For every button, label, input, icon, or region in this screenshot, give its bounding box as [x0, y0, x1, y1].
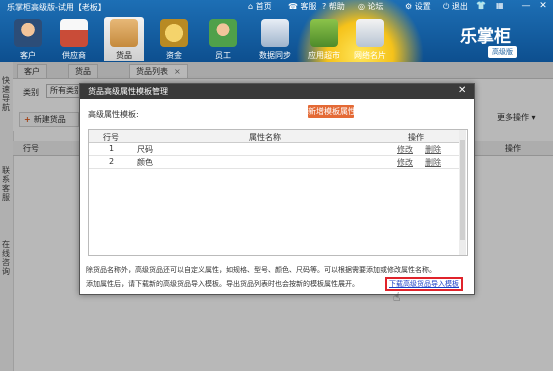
- minimize-button[interactable]: —: [520, 1, 532, 11]
- namecard-icon: [356, 19, 384, 47]
- top-bar: 乐掌柜高级版-试用【老板】 ⌂ 首页 ☎ 客服 ? 帮助 ◎ 论坛 ⚙ 设置 ⏻…: [0, 0, 553, 62]
- help-link[interactable]: ? 帮助: [322, 1, 345, 12]
- dialog-titlebar: 货品高级属性模板管理 ✕: [80, 84, 474, 99]
- grid-icon[interactable]: ▦: [496, 1, 504, 10]
- row-number: 2: [109, 157, 115, 166]
- help-note-2: 添加属性后，请下载新的高级货品导入模板。导出货品列表时也会按新的模板属性展开。: [86, 280, 359, 288]
- nav-money[interactable]: 资金: [154, 17, 194, 61]
- table-row: 1 尺码 修改 删除: [89, 143, 459, 156]
- nav-customer[interactable]: 客户: [8, 17, 48, 61]
- title-bar: 乐掌柜高级版-试用【老板】 ⌂ 首页 ☎ 客服 ? 帮助 ◎ 论坛 ⚙ 设置 ⏻…: [0, 0, 553, 14]
- brand-name: 乐掌柜: [460, 27, 511, 47]
- customer-icon: [14, 19, 42, 47]
- app-title: 乐掌柜高级版-试用【老板】: [7, 3, 106, 12]
- forum-link[interactable]: ◎ 论坛: [358, 1, 384, 12]
- service-link[interactable]: ☎ 客服: [288, 1, 317, 12]
- settings-link[interactable]: ⚙ 设置: [405, 1, 431, 12]
- close-app-button[interactable]: ✕: [537, 1, 549, 11]
- close-icon[interactable]: ✕: [458, 85, 466, 96]
- employee-icon: [209, 19, 237, 47]
- logout-link[interactable]: ⏻ 退出: [443, 1, 468, 12]
- attribute-template-dialog: 货品高级属性模板管理 ✕ 高级属性模板: 新增模板属性 行号 属性名称 操作 1…: [79, 83, 475, 295]
- attribute-name: 颜色: [137, 158, 153, 167]
- col-rownum: 行号: [103, 133, 119, 142]
- template-field-label: 高级属性模板:: [88, 110, 139, 119]
- edit-link[interactable]: 修改: [397, 144, 413, 155]
- row-number: 1: [109, 144, 115, 153]
- nav-sync[interactable]: 数据同步: [255, 17, 295, 61]
- attribute-name: 尺码: [137, 145, 153, 154]
- col-name: 属性名称: [249, 133, 281, 142]
- app-store-icon: [310, 19, 338, 47]
- add-template-attribute-button[interactable]: 新增模板属性: [308, 105, 356, 118]
- shirt-icon[interactable]: 👕: [476, 1, 486, 10]
- money-icon: [160, 19, 188, 47]
- table-row: 2 颜色 修改 删除: [89, 156, 459, 169]
- nav-employee[interactable]: 员工: [203, 17, 243, 61]
- nav-goods[interactable]: 货品: [104, 17, 144, 61]
- download-import-template-link[interactable]: 下载高级货品导入模板: [385, 277, 463, 291]
- supplier-icon: [60, 19, 88, 47]
- scrollbar-thumb[interactable]: [460, 140, 465, 240]
- brand-logo: 乐掌柜 高级版: [458, 20, 548, 60]
- delete-link[interactable]: 删除: [425, 144, 441, 155]
- home-link[interactable]: ⌂ 首页: [248, 1, 272, 12]
- dialog-title: 货品高级属性模板管理: [88, 87, 168, 96]
- goods-icon: [110, 19, 138, 47]
- col-action: 操作: [408, 133, 424, 142]
- nav-supplier[interactable]: 供应商: [54, 17, 94, 61]
- sync-icon: [261, 19, 289, 47]
- hand-cursor-icon: ☝: [393, 290, 401, 304]
- attribute-table: 行号 属性名称 操作 1 尺码 修改 删除 2 颜色 修改 删除: [88, 129, 468, 256]
- nav-namecard[interactable]: 网络名片: [350, 17, 390, 61]
- table-header: 行号 属性名称 操作: [89, 130, 459, 143]
- edition-badge: 高级版: [488, 46, 517, 58]
- help-note-1: 除货品名称外，高级货品还可以自定义属性，如规格、型号、颜色、尺码等。可以根据需要…: [86, 266, 436, 274]
- edit-link[interactable]: 修改: [397, 157, 413, 168]
- delete-link[interactable]: 删除: [425, 157, 441, 168]
- nav-app-store[interactable]: 应用超市: [304, 17, 344, 61]
- table-scrollbar[interactable]: [459, 130, 466, 255]
